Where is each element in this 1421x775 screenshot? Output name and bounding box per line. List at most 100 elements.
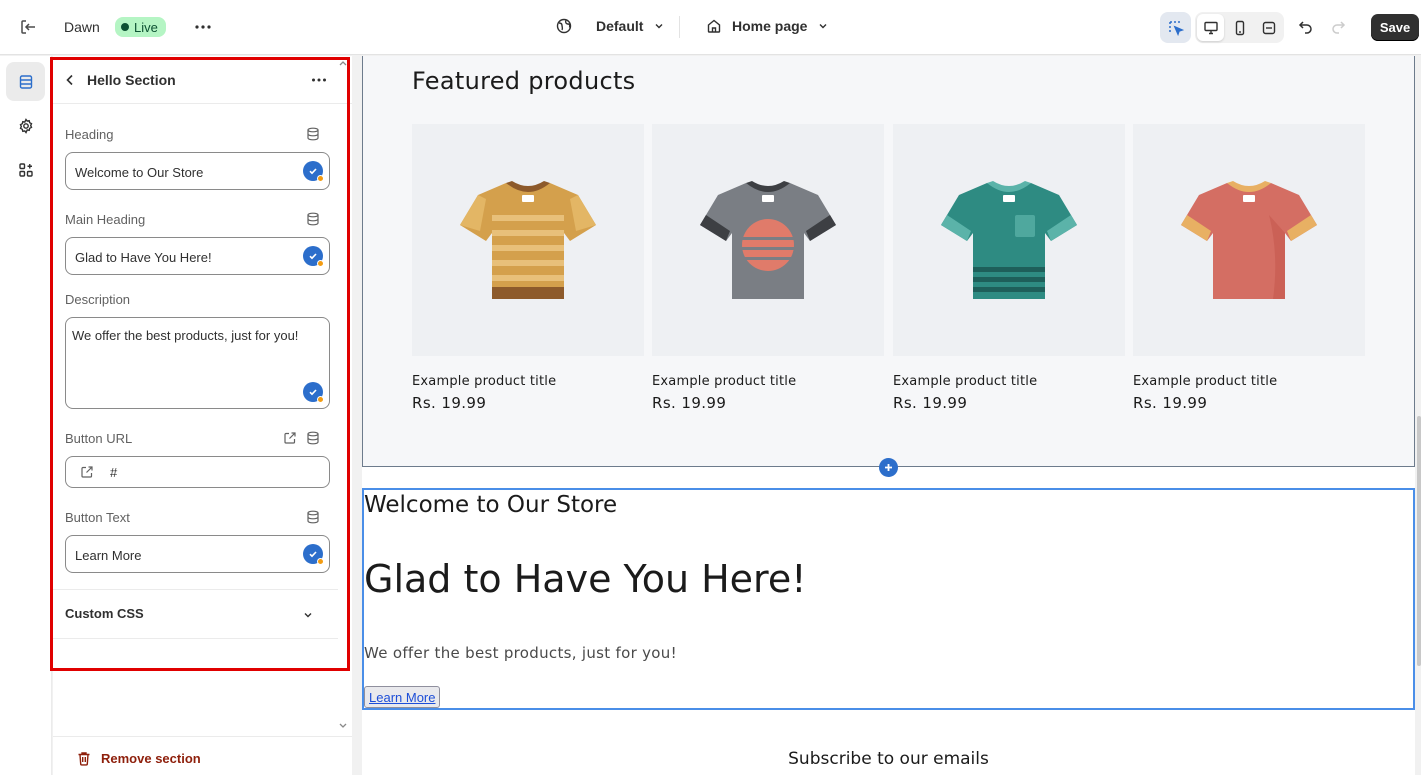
custom-css-label: Custom CSS [65,606,144,621]
product-title: Example product title [412,374,557,389]
heading-input[interactable]: Welcome to Our Store [65,152,330,190]
button-text-input[interactable]: Learn More [65,535,330,573]
template-selector[interactable]: Default [556,18,665,34]
product-image [412,124,644,356]
featured-products-title: Featured products [412,67,636,95]
desktop-icon [1203,21,1218,34]
sections-nav-button[interactable] [6,62,45,101]
back-icon[interactable] [63,71,77,89]
dynamic-source-icon[interactable] [306,431,320,450]
description-textarea-value: We offer the best products, just for you… [72,328,299,343]
product-image [1133,124,1365,356]
save-button[interactable]: Save [1371,14,1419,41]
select-cursor-icon [1168,20,1184,36]
preview-scrollbar[interactable] [1417,416,1421,666]
learn-more-button[interactable]: Learn More [364,686,441,708]
toolbar-divider [679,16,680,38]
undo-icon[interactable] [1296,17,1316,37]
dynamic-source-icon[interactable] [306,510,320,529]
fullscreen-view-button[interactable] [1255,14,1282,41]
trash-icon [78,752,90,766]
theme-name: Dawn [64,19,100,35]
product-price: Rs. 19.99 [893,394,968,412]
theme-settings-nav-button[interactable] [6,106,45,145]
button-url-label: Button URL [65,431,133,446]
link-icon [80,465,94,482]
home-icon [707,19,721,33]
divider [53,638,338,639]
template-label: Default [596,18,644,34]
add-section-button[interactable] [879,458,898,477]
product-price: Rs. 19.99 [652,394,727,412]
live-label: Live [134,19,158,35]
theme-preview: Featured products Example product title … [353,56,1421,775]
section-settings-panel: Hello Section Heading Welcome to Our Sto… [53,56,352,775]
hello-main-heading: Glad to Have You Here! [364,557,807,601]
section-more-icon[interactable] [309,70,329,90]
desktop-view-button[interactable] [1197,14,1224,41]
check-icon [303,382,324,403]
tshirt-icon [460,181,596,299]
more-options-icon[interactable] [193,17,213,37]
apps-nav-button[interactable] [6,150,45,189]
hello-heading: Welcome to Our Store [364,492,618,518]
hello-section[interactable]: Welcome to Our Store Glad to Have You He… [362,488,1415,710]
product-image [893,124,1125,356]
preview-canvas: Featured products Example product title … [362,56,1415,775]
product-card[interactable]: Example product title Rs. 19.99 [1133,124,1365,412]
dynamic-source-icon[interactable] [306,127,320,146]
button-text-input-value: Learn More [75,548,142,563]
mobile-icon [1235,20,1244,35]
gear-icon [19,117,32,134]
main-heading-input[interactable]: Glad to Have You Here! [65,237,330,275]
plus-icon [885,464,892,471]
remove-section-label: Remove section [101,751,201,766]
expand-icon [1262,21,1275,34]
panel-header: Hello Section [53,56,352,104]
top-bar: Dawn Live Default Home page Save [0,0,1421,55]
redo-icon[interactable] [1328,17,1348,37]
button-url-value: # [110,465,118,480]
remove-section-button[interactable]: Remove section [77,751,201,766]
page-selector[interactable]: Home page [706,18,829,34]
subscribe-title: Subscribe to our emails [788,749,989,769]
check-icon [303,161,324,182]
button-text-label: Button Text [65,510,130,525]
live-dot-icon [121,23,129,31]
product-card[interactable]: Example product title Rs. 19.99 [893,124,1125,412]
divider [53,589,338,590]
check-icon [303,246,324,267]
page-label: Home page [732,18,808,34]
product-title: Example product title [1133,374,1278,389]
product-card[interactable]: Example product title Rs. 19.99 [412,124,644,412]
footer-divider [53,736,352,737]
product-image [652,124,884,356]
inspector-toggle[interactable] [1160,12,1191,43]
description-textarea[interactable]: We offer the best products, just for you… [65,317,330,409]
product-card[interactable]: Example product title Rs. 19.99 [652,124,884,412]
tshirt-icon [700,181,836,299]
mobile-view-button[interactable] [1226,14,1253,41]
description-label: Description [65,292,131,307]
main-heading-input-value: Glad to Have You Here! [75,250,212,265]
panel-scrollbar[interactable] [336,56,350,736]
featured-products-section[interactable]: Featured products Example product title … [362,56,1415,467]
globe-icon [556,18,572,34]
chevron-down-icon [302,608,314,626]
external-link-icon[interactable] [283,431,297,450]
device-switcher [1195,12,1284,43]
exit-icon[interactable] [18,17,38,37]
custom-css-toggle[interactable]: Custom CSS [65,606,330,624]
dynamic-source-icon[interactable] [306,212,320,231]
section-title: Hello Section [87,72,176,88]
chevron-down-icon [819,24,827,29]
chevron-down-icon [655,24,663,29]
button-url-input[interactable]: # [65,456,330,488]
sections-icon [19,74,32,89]
product-title: Example product title [893,374,1038,389]
apps-icon [18,162,33,177]
product-title: Example product title [652,374,797,389]
tshirt-icon [941,181,1077,299]
heading-label: Heading [65,127,114,142]
live-badge: Live [115,17,166,37]
